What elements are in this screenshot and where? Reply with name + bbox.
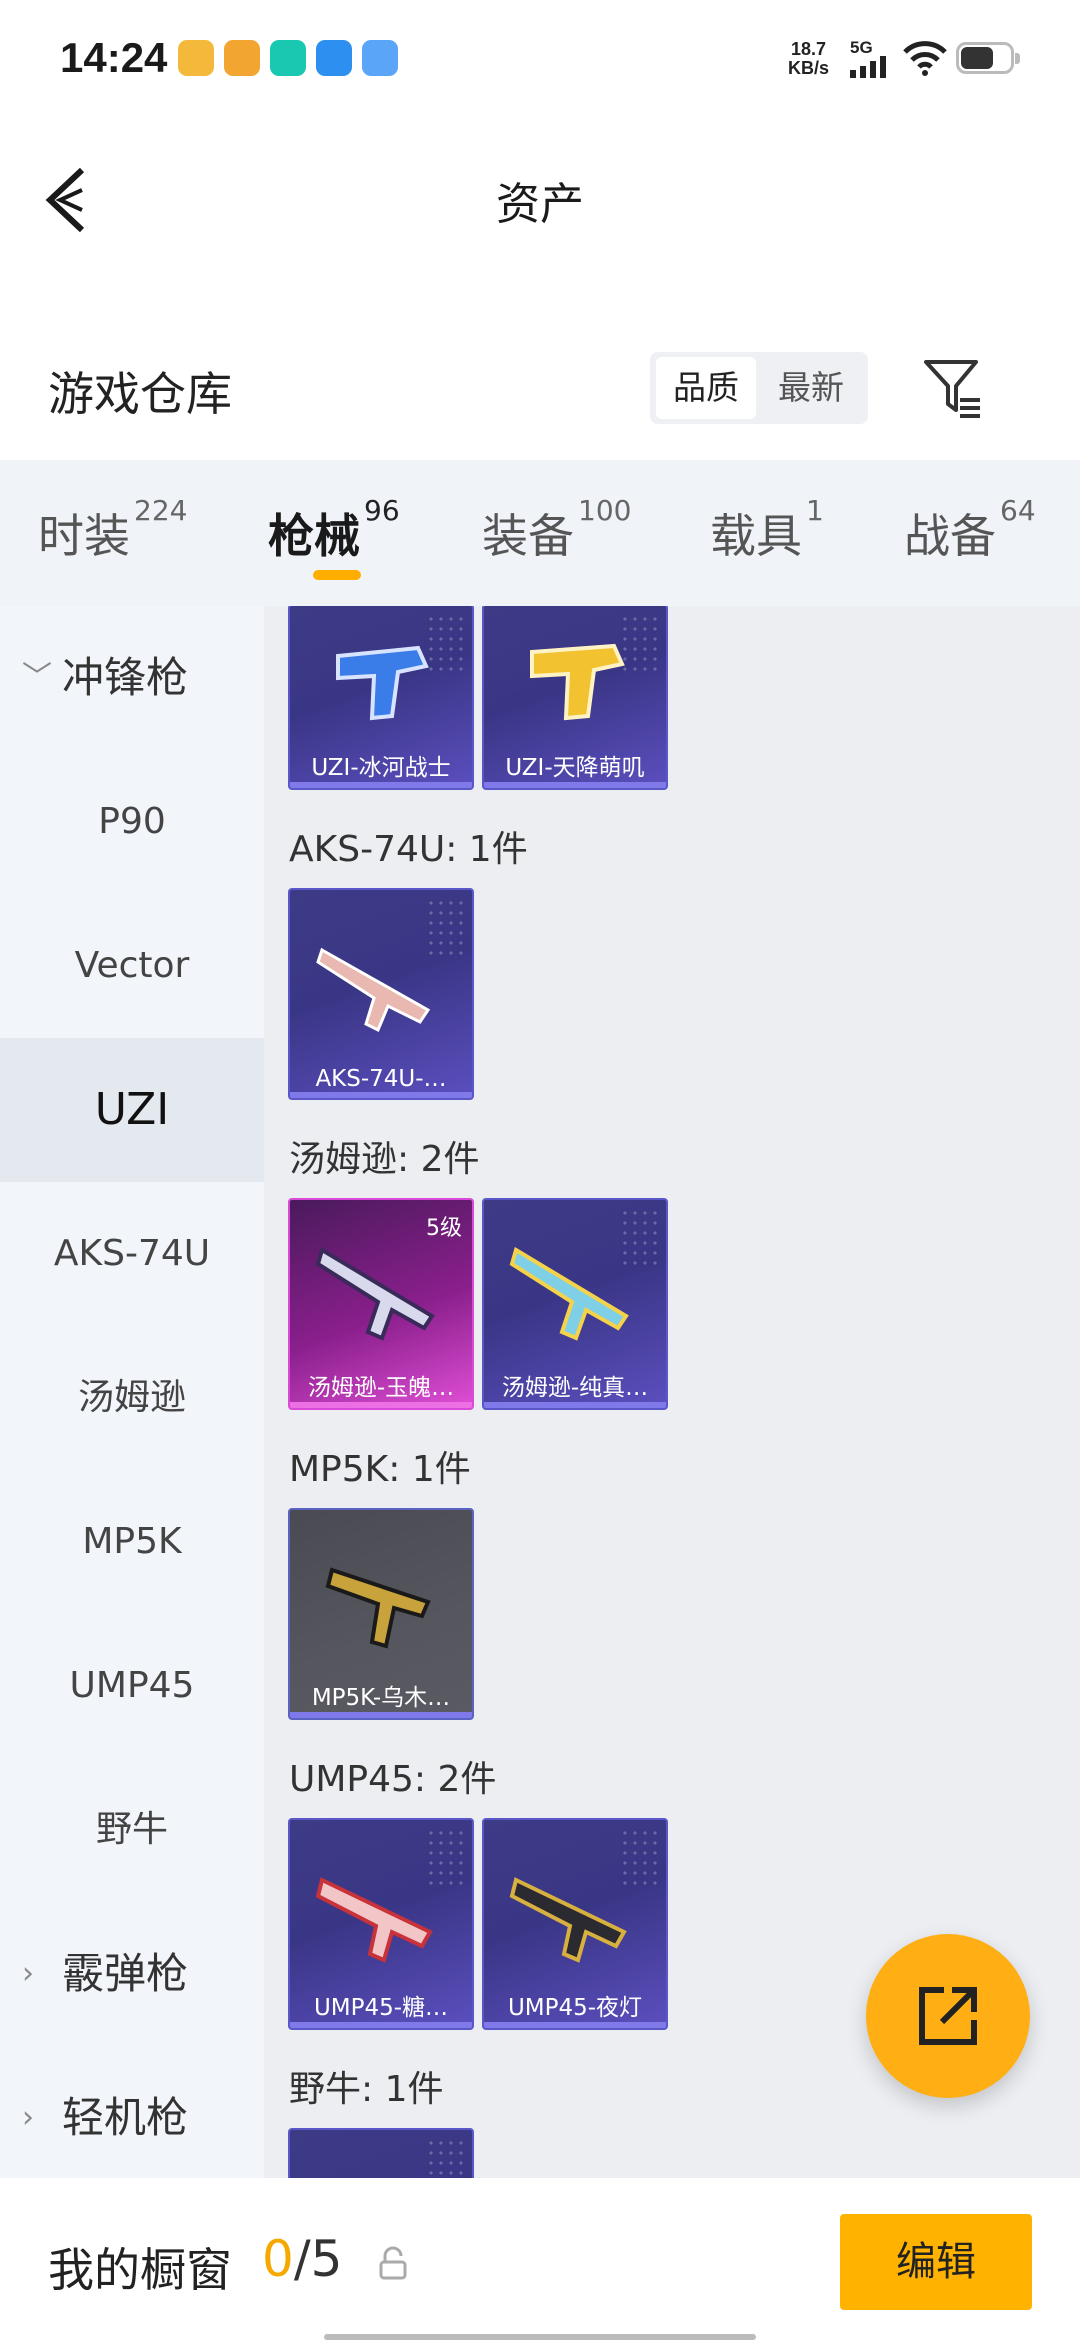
network-rate: 18.7 KB/s [788,40,829,78]
sort-toggle: 品质 最新 [650,352,868,424]
showcase-count: 0/5 [262,2230,342,2288]
battery-icon [956,42,1020,74]
sidebar-item-bizon[interactable]: 野牛 [0,1758,264,1902]
sidebar-group-lmg[interactable]: › 轻机枪 [0,2046,264,2178]
share-button[interactable] [866,1934,1030,2098]
showcase-bar: 我的橱窗 0/5 编辑 [0,2178,1080,2344]
showcase-count-current: 0 [262,2230,294,2288]
weapon-card[interactable]: UZI-天降萌叽 [482,606,668,790]
filter-icon[interactable] [922,356,986,420]
sidebar-group-shotgun[interactable]: › 霰弹枪 [0,1902,264,2046]
category-header: 汤姆逊: 2件 [289,1139,480,1180]
notification-icons [178,40,398,76]
rifle-skin-icon [509,1246,629,1341]
home-indicator [324,2334,756,2340]
weapon-card[interactable]: UMP45-糖… [288,1818,474,2030]
share-icon [919,1987,977,2045]
smg-skin-icon [336,645,429,721]
showcase-count-total: /5 [293,2230,343,2288]
category-tabs: 时装 224 枪械 96 装备 100 载具 1 战备 64 [0,460,1080,606]
sidebar-item-p90[interactable]: P90 [0,750,264,894]
tab-equipment[interactable]: 装备 100 [482,494,631,566]
sidebar-group-label: 霰弹枪 [62,1949,189,1998]
tab-firearms[interactable]: 枪械 96 [268,494,400,566]
weapon-card-label: UMP45-糖… [313,1995,449,2021]
net-rate-unit: KB/s [788,58,830,78]
weapon-card-label: 汤姆逊-纯真… [501,1375,649,1401]
sidebar-item-thompson[interactable]: 汤姆逊 [0,1326,264,1470]
smg-skin-icon [315,1877,433,1963]
chevron-down-icon: ﹀ [22,660,52,695]
status-time: 14:24 [60,34,168,81]
sidebar-group-label: 冲锋枪 [62,653,189,702]
showcase-label: 我的橱窗 [48,2243,232,2297]
app-notification-icon [362,40,398,76]
category-header: UMP45: 2件 [289,1759,497,1800]
weapon-card[interactable]: UMP45-夜灯 [482,1818,668,2030]
page-title: 资产 [496,179,584,230]
sidebar-item-vector[interactable]: Vector [0,894,264,1038]
weapon-card-label: UZI-冰河战士 [311,755,451,781]
smg-skin-icon [509,1877,627,1963]
weapon-card-label: UZI-天降萌叽 [505,755,645,781]
category-header: AKS-74U: 1件 [289,829,528,870]
weapon-card[interactable]: UZI-冰河战士 [288,606,474,790]
weapon-card[interactable]: 汤姆逊-纯真… [482,1198,668,1410]
tab-vehicles[interactable]: 载具 1 [710,494,824,566]
weapon-card[interactable] [288,2128,474,2178]
weapon-card[interactable]: 5级 汤姆逊-玉魄… [288,1198,474,1410]
net-rate-value: 18.7 [790,39,827,59]
sidebar-item-mp5k[interactable]: MP5K [0,1470,264,1614]
sidebar-group-smg[interactable]: ﹀ 冲锋枪 [0,606,264,750]
weapon-card-label: UMP45-夜灯 [507,1995,643,2021]
tab-fashion[interactable]: 时装 224 [38,494,187,566]
edit-button[interactable]: 编辑 [840,2214,1032,2310]
rifle-skin-icon [316,947,431,1033]
weapon-card[interactable]: MP5K-乌木… [288,1508,474,1720]
wifi-icon [903,41,947,76]
app-notification-icon [178,40,214,76]
app-notification-icon [224,40,260,76]
weapon-card-label: MP5K-乌木… [311,1685,451,1711]
chevron-right-icon: › [22,1956,34,1991]
smg-skin-icon [325,1567,431,1649]
weapon-card-label: AKS-74U-… [315,1066,447,1092]
app-notification-icon [270,40,306,76]
category-header: MP5K: 1件 [289,1449,471,1490]
rifle-skin-icon [315,1246,435,1341]
status-bar: 14:24 18.7 KB/s 5G [0,0,1080,120]
active-tab-indicator [313,570,361,580]
sidebar-group-label: 轻机枪 [62,2093,189,2142]
signal-icon [850,56,886,78]
chevron-right-icon: › [22,2100,34,2135]
app-notification-icon [316,40,352,76]
weapon-category-sidebar: ﹀ 冲锋枪 P90 Vector UZI AKS-74U 汤姆逊 MP5K UM… [0,606,264,2178]
category-header: 野牛: 1件 [289,2069,444,2110]
smg-skin-icon [530,643,625,721]
tab-supplies[interactable]: 战备 64 [904,494,1036,566]
sidebar-item-aks74u[interactable]: AKS-74U [0,1182,264,1326]
lock-icon [379,2246,407,2280]
weapon-card-label: 汤姆逊-玉魄… [307,1375,455,1401]
network-type: 5G [850,38,873,57]
sort-quality-button[interactable]: 品质 [656,357,756,419]
weapon-card[interactable]: AKS-74U-… [288,888,474,1100]
sidebar-item-uzi[interactable]: UZI [0,1038,264,1182]
section-title: 游戏仓库 [48,367,232,421]
sidebar-item-ump45[interactable]: UMP45 [0,1614,264,1758]
sort-newest-button[interactable]: 最新 [760,357,862,419]
